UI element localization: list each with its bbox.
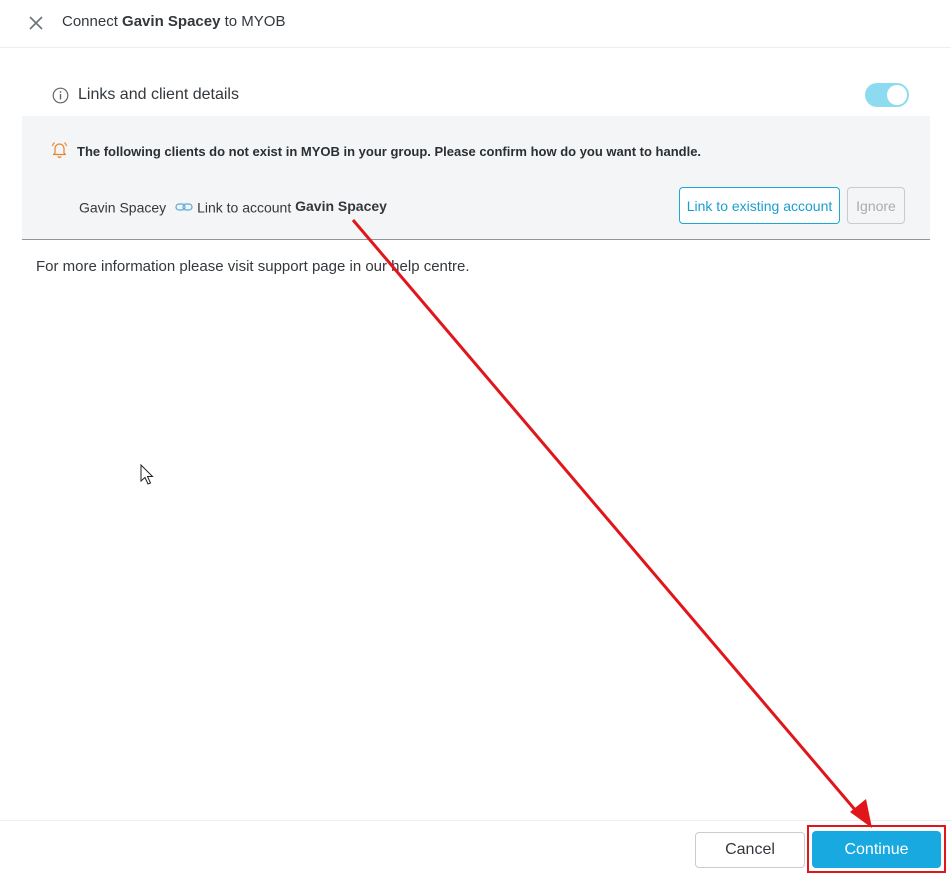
warning-message: The following clients do not exist in MY… [77,144,702,159]
section-label: Links and client details [78,86,239,103]
link-text: Link to account [197,199,292,216]
ignore-button[interactable]: Ignore [847,187,905,224]
info-icon [52,87,69,104]
dialog-title: Connect Gavin Spacey to MYOB [62,13,285,30]
dialog-footer: Cancel Continue [0,820,951,875]
dialog-header: Connect Gavin Spacey to MYOB [0,0,951,48]
links-section-header: Links and client details [52,83,911,107]
help-info-text: For more information please visit suppor… [36,258,470,275]
unmatched-clients-panel: The following clients do not exist in MY… [22,116,930,240]
details-toggle[interactable] [865,83,909,107]
client-name: Gavin Spacey [79,199,167,216]
toggle-knob [887,85,907,105]
cancel-button[interactable]: Cancel [695,832,805,868]
title-suffix: to MYOB [220,13,286,30]
link-icon [175,203,193,211]
client-link-row: Gavin Spacey Link to account Gavin Space… [79,198,387,218]
bell-icon [51,142,68,158]
title-prefix: Connect [62,13,123,30]
link-existing-account-button[interactable]: Link to existing account [679,187,840,224]
close-icon[interactable] [27,14,45,32]
account-name: Gavin Spacey [295,198,387,214]
title-client-name: Gavin Spacey [122,13,221,30]
continue-button[interactable]: Continue [812,831,941,868]
cursor-icon [140,464,154,485]
